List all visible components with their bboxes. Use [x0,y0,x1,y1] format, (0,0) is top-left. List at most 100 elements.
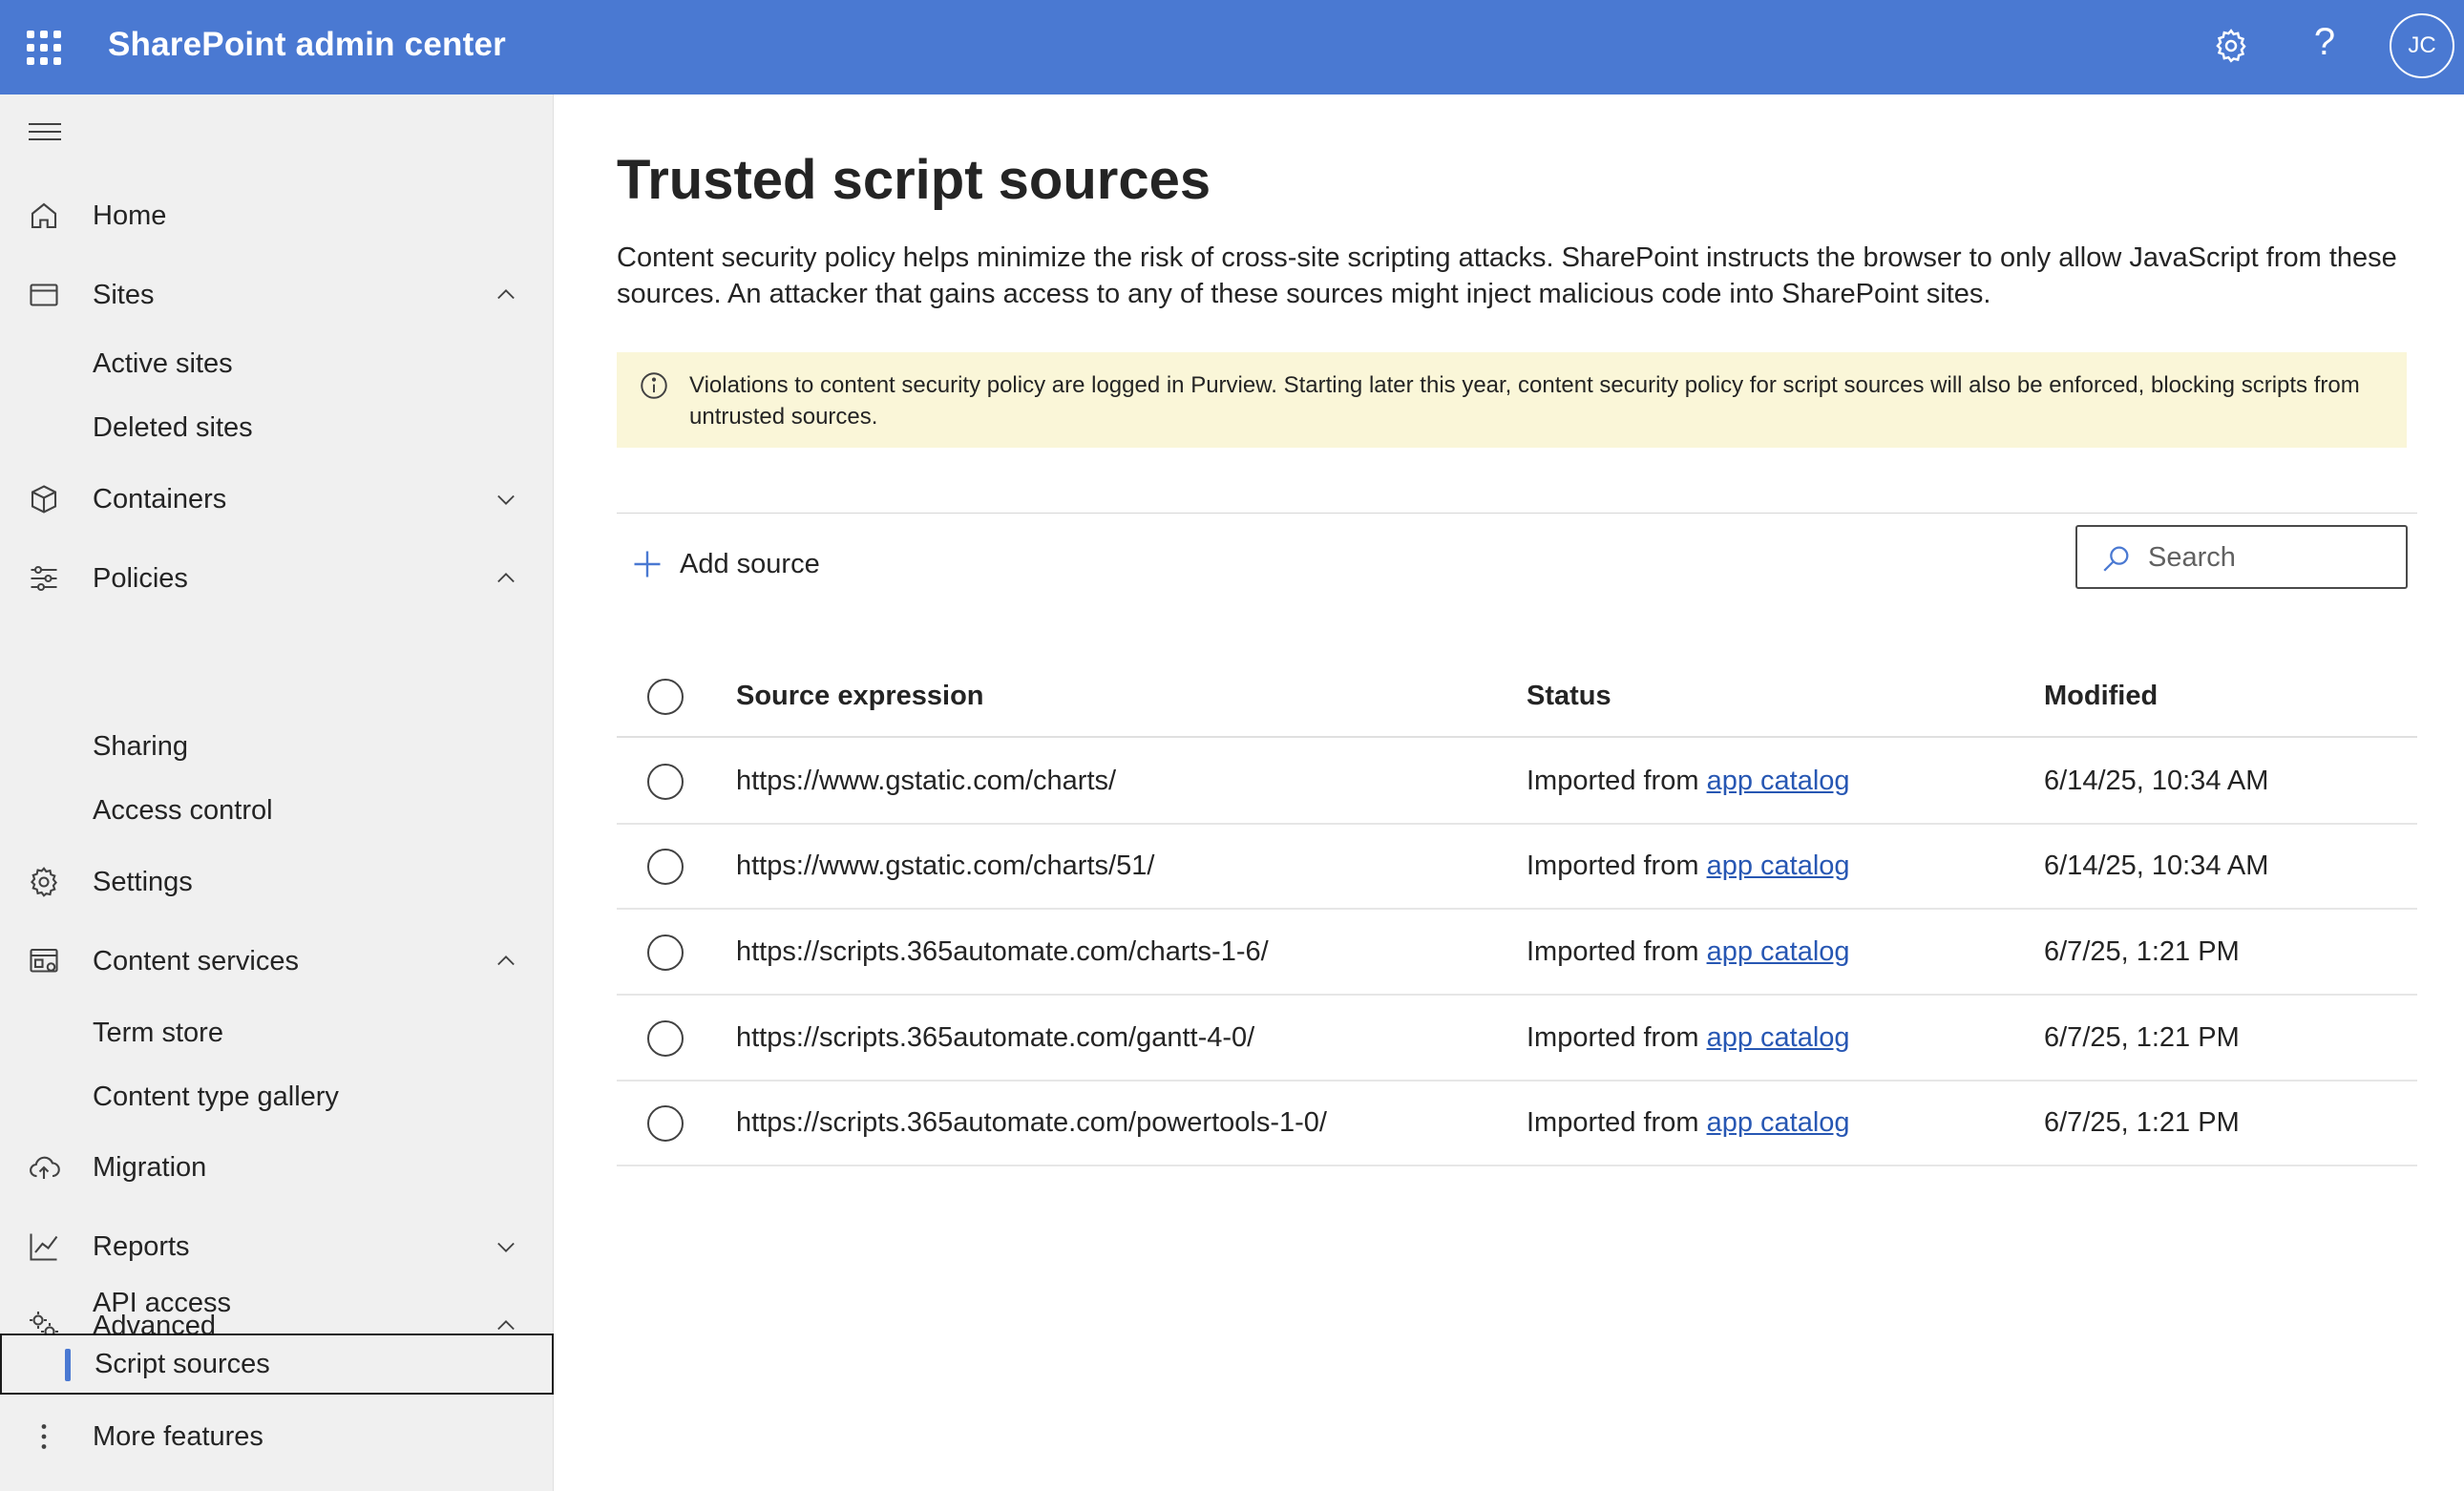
source-expression-cell: https://scripts.365automate.com/gantt-4-… [736,1022,1255,1053]
sidebar-item-settings[interactable]: Settings [0,853,554,911]
select-all-radio[interactable] [647,679,684,715]
app-title[interactable]: SharePoint admin center [108,26,506,64]
app-launcher-icon[interactable] [27,31,61,65]
sidebar-item-label: Policies [93,562,188,594]
sidebar-item-active-sites[interactable]: Active sites [93,348,233,380]
reports-icon [30,1233,58,1261]
modified-cell: 6/7/25, 1:21 PM [2044,1022,2240,1053]
avatar[interactable]: JC [2390,13,2454,78]
search-input[interactable] [2148,536,2396,578]
containers-icon [31,485,57,514]
sidebar-item-sharing[interactable]: Sharing [93,731,188,763]
home-icon [31,202,57,229]
row-select-radio[interactable] [647,849,684,885]
table-row[interactable]: https://www.gstatic.com/charts/ Imported… [617,740,2417,825]
plus-icon [634,551,661,578]
modified-cell: 6/14/25, 10:34 AM [2044,766,2269,796]
chevron-down-icon[interactable] [493,1233,519,1260]
content-services-icon [30,948,58,973]
source-expression-cell: https://scripts.365automate.com/charts-1… [736,936,1269,967]
sidebar-item-content-services[interactable]: Content services [0,933,554,990]
app-catalog-link[interactable]: app catalog [1707,850,1850,881]
migration-icon [30,1156,60,1179]
main-content: Trusted script sources Content security … [554,94,2464,1491]
chevron-up-icon[interactable] [493,565,519,592]
page-description: Content security policy helps minimize t… [617,242,2397,309]
toolbar-divider [617,513,2417,514]
sidebar-item-label: Sites [93,279,155,310]
chevron-up-icon[interactable] [493,282,519,308]
hamburger-menu-icon[interactable] [29,123,61,144]
more-vertical-icon [41,1424,47,1449]
info-banner: Violations to content security policy ar… [617,352,2407,448]
sidebar-item-label: Settings [93,866,193,897]
table-header-row: Source expression Status Modified [617,658,2417,738]
status-prefix: Imported from [1527,1022,1707,1053]
modified-cell: 6/7/25, 1:21 PM [2044,1107,2240,1138]
search-icon [2103,546,2129,572]
table-row[interactable]: https://scripts.365automate.com/powertoo… [617,1082,2417,1166]
sidebar-item-label: More features [93,1420,263,1452]
sidebar-item-migration[interactable]: Migration [0,1139,554,1196]
row-select-radio[interactable] [647,1105,684,1142]
row-select-radio[interactable] [647,764,684,800]
status-cell: Imported from app catalog [1527,850,1850,882]
sidebar-item-script-sources[interactable]: Script sources [0,1334,554,1395]
sidebar-item-label: Home [93,200,167,231]
sidebar-item-deleted-sites[interactable]: Deleted sites [93,412,253,444]
page-title: Trusted script sources [617,149,1211,211]
modified-cell: 6/7/25, 1:21 PM [2044,936,2240,967]
app-catalog-link[interactable]: app catalog [1707,766,1850,796]
status-cell: Imported from app catalog [1527,766,1850,797]
sidebar-item-access-control[interactable]: Access control [93,795,273,827]
sites-icon [30,284,58,306]
sidebar-item-content-type-gallery[interactable]: Content type gallery [93,1082,339,1113]
table-row[interactable]: https://scripts.365automate.com/charts-1… [617,911,2417,996]
status-cell: Imported from app catalog [1527,1107,1850,1139]
add-source-label: Add source [680,548,820,579]
table-row[interactable]: https://www.gstatic.com/charts/51/ Impor… [617,825,2417,910]
sidebar-item-home[interactable]: Home [0,187,554,244]
sidebar-item-label: Content services [93,945,299,976]
settings-gear-icon[interactable] [2212,27,2250,65]
status-cell: Imported from app catalog [1527,936,1850,968]
sidebar: Home Sites Active sites Deleted sites Co… [0,94,554,1491]
app-catalog-link[interactable]: app catalog [1707,1107,1850,1138]
source-expression-cell: https://www.gstatic.com/charts/ [736,766,1117,796]
status-prefix: Imported from [1527,850,1707,881]
source-expression-cell: https://scripts.365automate.com/powertoo… [736,1107,1327,1138]
column-header-status[interactable]: Status [1527,681,1611,712]
column-header-modified[interactable]: Modified [2044,681,2158,712]
status-cell: Imported from app catalog [1527,1022,1850,1054]
policies-icon [31,565,57,592]
info-icon [641,372,667,399]
modified-cell: 6/14/25, 10:34 AM [2044,850,2269,881]
banner-text: Violations to content security policy ar… [689,372,2360,430]
sidebar-item-policies[interactable]: Policies [0,550,554,607]
chevron-up-icon[interactable] [493,948,519,975]
top-bar: SharePoint admin center ? JC [0,0,2464,94]
help-icon[interactable]: ? [2310,21,2339,64]
sidebar-item-label: Migration [93,1151,207,1183]
column-header-source[interactable]: Source expression [736,681,984,712]
sidebar-item-label: Containers [93,483,227,514]
chevron-down-icon[interactable] [493,486,519,513]
sidebar-item-sites[interactable]: Sites [0,266,554,324]
sidebar-item-term-store[interactable]: Term store [93,1018,223,1049]
status-prefix: Imported from [1527,936,1707,967]
sidebar-item-more-features[interactable]: More features [0,1408,554,1465]
sidebar-item-label: Reports [93,1230,190,1262]
app-catalog-link[interactable]: app catalog [1707,936,1850,967]
sidebar-item-api-access[interactable]: API access [93,1288,231,1319]
status-prefix: Imported from [1527,1107,1707,1138]
table-row[interactable]: https://scripts.365automate.com/gantt-4-… [617,997,2417,1082]
sidebar-item-reports[interactable]: Reports [0,1218,554,1275]
search-box[interactable] [2075,525,2408,589]
app-catalog-link[interactable]: app catalog [1707,1022,1850,1053]
add-source-button[interactable]: Add source [630,537,820,591]
settings-icon [30,867,57,897]
row-select-radio[interactable] [647,934,684,971]
source-expression-cell: https://www.gstatic.com/charts/51/ [736,850,1155,881]
sidebar-item-containers[interactable]: Containers [0,471,554,528]
row-select-radio[interactable] [647,1020,684,1057]
